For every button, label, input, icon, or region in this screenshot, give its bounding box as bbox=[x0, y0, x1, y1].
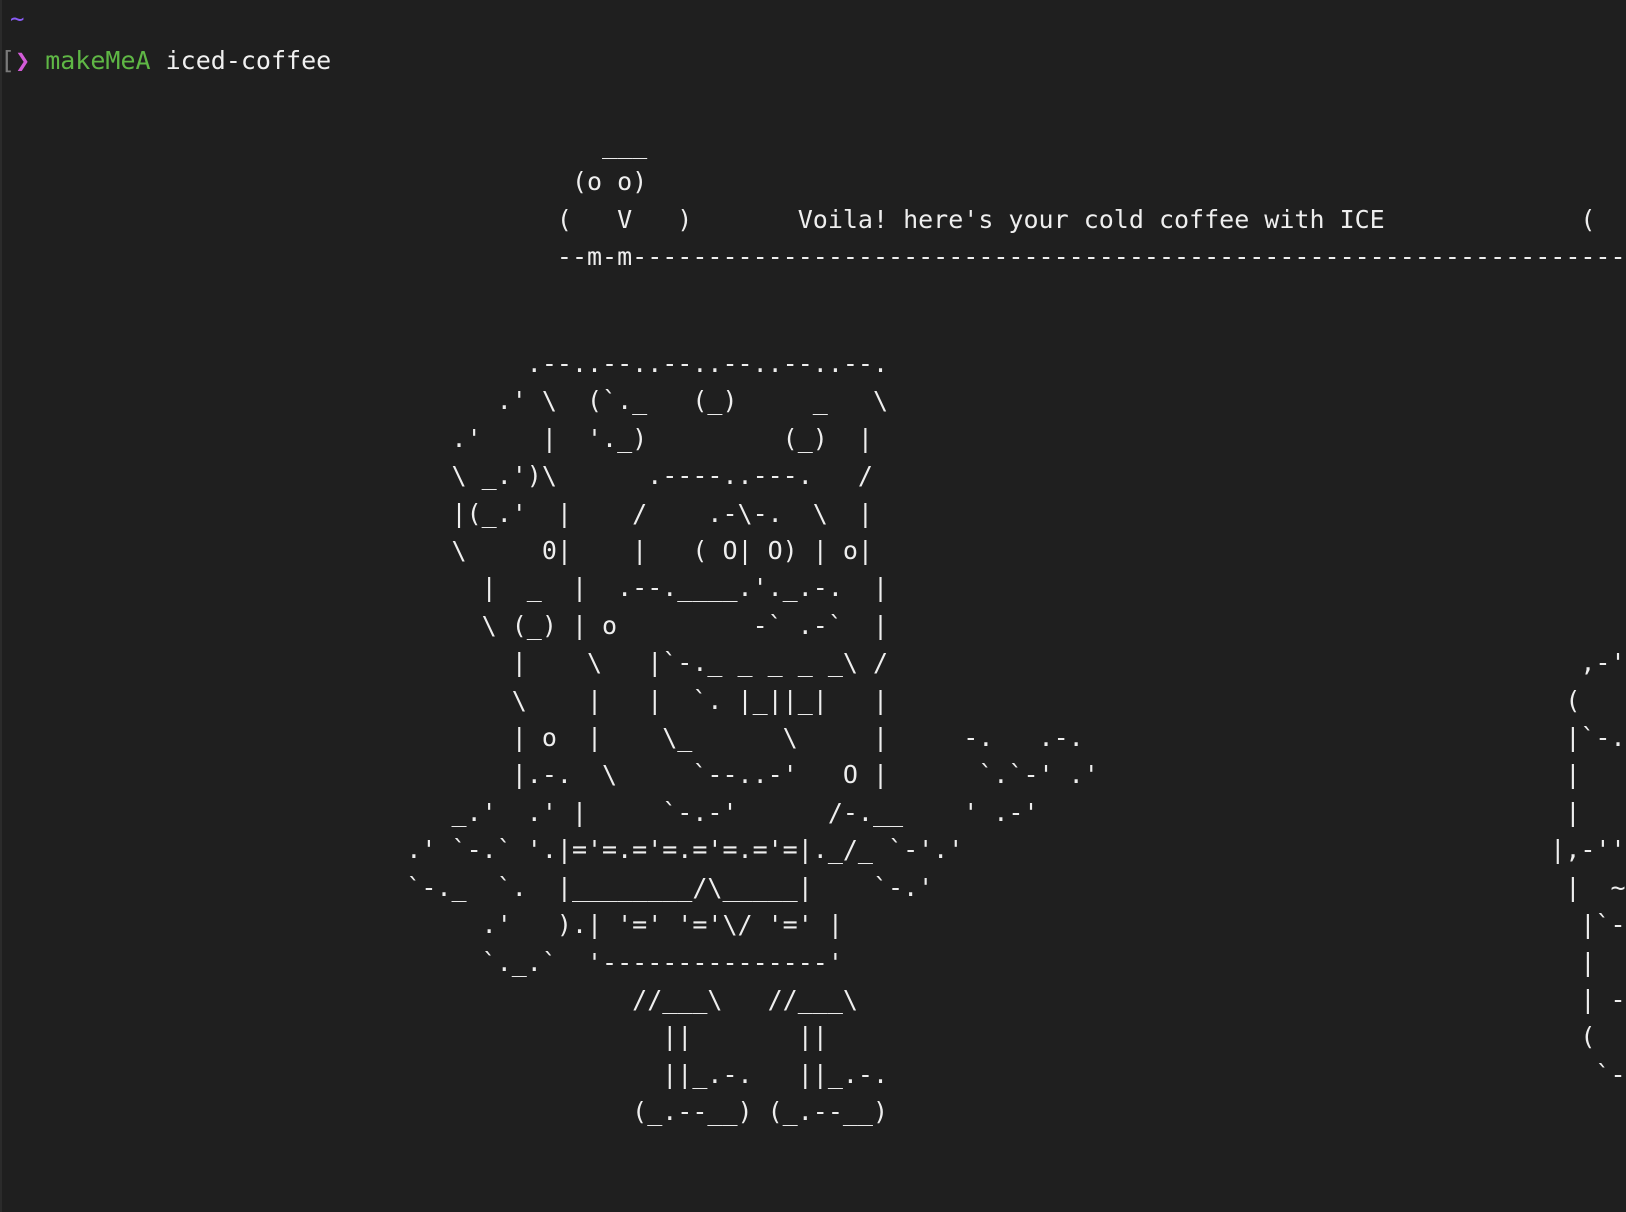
prompt-arrow-icon: ❯ bbox=[15, 46, 31, 75]
current-directory: ~ bbox=[10, 5, 25, 33]
command-prompt-line: [❯ makeMeA iced-coffee bbox=[0, 44, 331, 78]
prompt-bracket: [ bbox=[0, 46, 16, 75]
command-name: makeMeA bbox=[45, 46, 151, 75]
terminal-window[interactable]: ~ [❯ makeMeA iced-coffee ___ ___ bbox=[0, 0, 1626, 1212]
command-argument: iced-coffee bbox=[165, 46, 332, 75]
ascii-art-spongebob-and-iced-coffee: .--..--..--..--..--..--. .' \ (`._ (_) _… bbox=[406, 349, 1626, 1127]
ascii-banner: ___ ___ (o o) bbox=[556, 130, 1626, 272]
